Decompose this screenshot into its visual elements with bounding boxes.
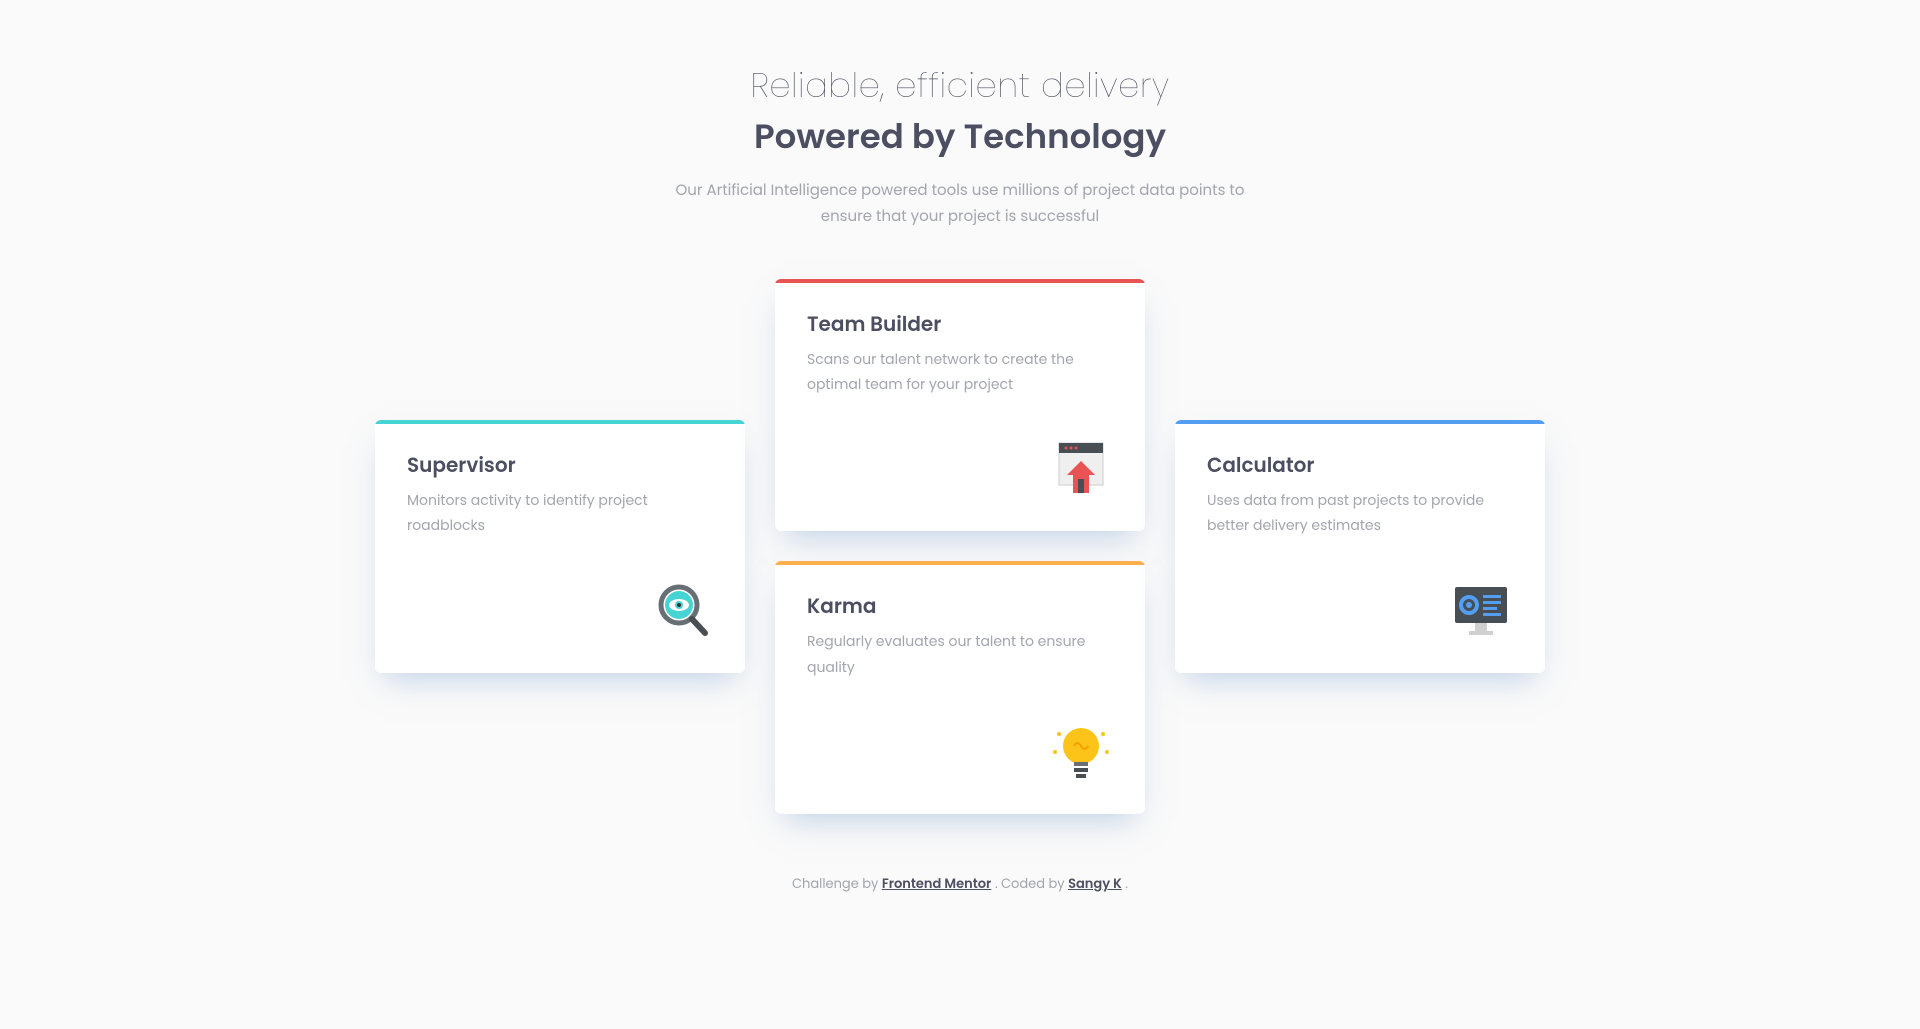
attribution-prefix: Challenge by: [792, 874, 882, 893]
card-title: Team Builder: [807, 309, 1113, 339]
card-column-left: Supervisor Monitors activity to identify…: [375, 420, 745, 672]
attribution-suffix: .: [1125, 874, 1128, 893]
attribution: Challenge by Frontend Mentor . Coded by …: [792, 874, 1128, 894]
attribution-middle: . Coded by: [995, 874, 1068, 893]
card-description: Scans our talent network to create the o…: [807, 347, 1113, 397]
cards-container: Supervisor Monitors activity to identify…: [360, 279, 1560, 814]
title-bold: Powered by Technology: [660, 111, 1260, 162]
lightbulb-icon: [807, 720, 1113, 784]
card-description: Monitors activity to identify project ro…: [407, 488, 713, 538]
page-header: Reliable, efficient delivery Powered by …: [660, 60, 1260, 229]
card-title: Calculator: [1207, 450, 1513, 480]
subtitle: Our Artificial Intelligence powered tool…: [660, 178, 1260, 229]
card-column-right: Calculator Uses data from past projects …: [1175, 420, 1545, 672]
card-karma: Karma Regularly evaluates our talent to …: [775, 561, 1145, 813]
card-title: Supervisor: [407, 450, 713, 480]
card-supervisor: Supervisor Monitors activity to identify…: [375, 420, 745, 672]
attribution-link-1[interactable]: Frontend Mentor: [882, 874, 992, 893]
title-light: Reliable, efficient delivery: [660, 60, 1260, 111]
card-description: Uses data from past projects to provide …: [1207, 488, 1513, 538]
house-page-icon: [807, 437, 1113, 501]
card-title: Karma: [807, 591, 1113, 621]
card-description: Regularly evaluates our talent to ensure…: [807, 629, 1113, 679]
card-team-builder: Team Builder Scans our talent network to…: [775, 279, 1145, 531]
attribution-link-2[interactable]: Sangy K: [1068, 874, 1122, 893]
card-calculator: Calculator Uses data from past projects …: [1175, 420, 1545, 672]
card-column-middle: Team Builder Scans our talent network to…: [775, 279, 1145, 814]
monitor-icon: [1207, 579, 1513, 643]
magnifier-eye-icon: [407, 579, 713, 643]
